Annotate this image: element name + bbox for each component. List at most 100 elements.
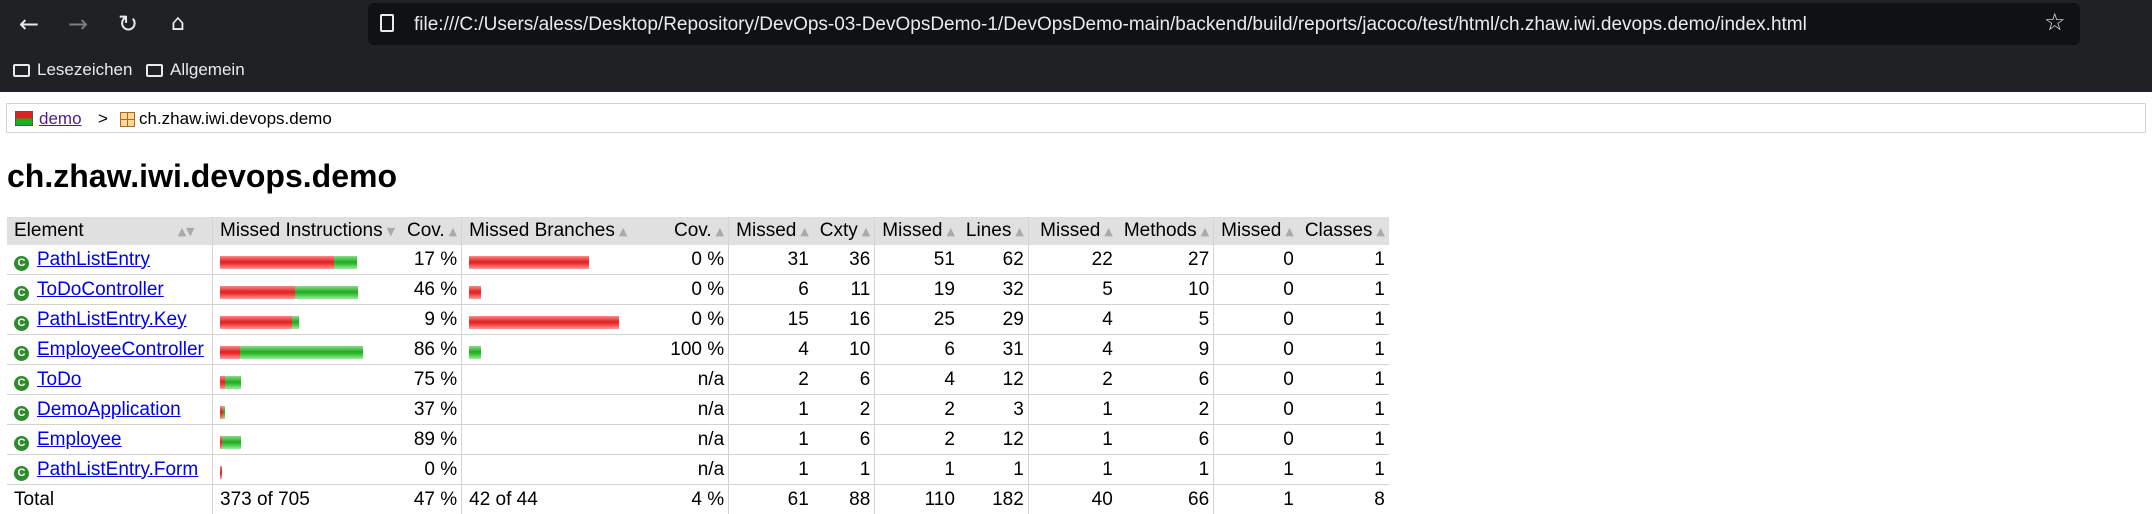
sort-icon: ▲ (1104, 225, 1113, 238)
header-label: Element (14, 220, 84, 241)
sort-icon: ▲ (946, 225, 955, 238)
missed-complexity: 1 (728, 394, 813, 425)
sort-icon: ▲ (715, 225, 725, 238)
table-row: C Employee 89 % n/a 1 6 2 12 1 6 0 1 (7, 424, 1389, 455)
total-instructions: 373 of 705 (212, 484, 400, 514)
classes: 1 (1297, 245, 1389, 275)
class-link[interactable]: PathListEntry.Key (37, 309, 187, 330)
coverage-bar (469, 283, 482, 299)
column-header-branch-coverage[interactable]: Cov. ▲ (656, 217, 729, 245)
missed-lines: 25 (874, 304, 959, 335)
bookmark-star-icon[interactable]: ☆ (2044, 8, 2066, 36)
class-link[interactable]: ToDo (37, 369, 81, 390)
classes: 1 (1297, 334, 1389, 365)
column-header-missed-instructions[interactable]: Missed Instructions ▼ (212, 217, 400, 245)
methods: 9 (1116, 334, 1214, 365)
missed-bar (220, 255, 334, 269)
instruction-coverage: 17 % (400, 245, 462, 275)
missed-bar (220, 285, 295, 299)
package-icon (120, 112, 135, 127)
coverage-bar (220, 433, 241, 449)
lines: 32 (958, 274, 1029, 305)
missed-complexity: 15 (728, 304, 813, 335)
lines: 1 (958, 454, 1029, 485)
back-arrow-icon[interactable]: ← (14, 9, 44, 39)
complexity: 36 (812, 245, 875, 275)
total-instruction-coverage: 47 % (400, 484, 462, 514)
column-header-instruction-coverage[interactable]: Cov. ▲ (400, 217, 462, 245)
missed-lines: 4 (874, 364, 959, 395)
breadcrumb-link-demo[interactable]: demo (39, 109, 82, 129)
column-header-complexity[interactable]: Cxty ▲ (812, 217, 875, 245)
sort-icon: ▲▼ (177, 225, 195, 238)
instruction-coverage: 37 % (400, 394, 462, 425)
branches-bar-cell (461, 274, 657, 305)
missed-lines: 51 (874, 245, 959, 275)
missed-bar (469, 315, 620, 329)
total-label: Total (7, 484, 213, 514)
total-methods: 66 (1116, 484, 1214, 514)
instructions-bar-cell (212, 334, 400, 365)
class-link[interactable]: Employee (37, 429, 122, 450)
branch-coverage: 0 % (656, 245, 729, 275)
instructions-bar-cell (212, 274, 400, 305)
bookmark-folder-lesezeichen[interactable]: Lesezeichen (13, 60, 132, 80)
page-title: ch.zhaw.iwi.devops.demo (7, 158, 397, 194)
column-header-missed-branches[interactable]: Missed Branches ▲ (461, 217, 657, 245)
column-header-missed-complexity[interactable]: Missed ▲ (728, 217, 813, 245)
bookmark-label: Allgemein (170, 60, 245, 79)
missed-complexity: 1 (728, 454, 813, 485)
column-header-element[interactable]: Element ▲▼ (7, 217, 213, 245)
bookmark-folder-allgemein[interactable]: Allgemein (146, 60, 245, 80)
covered-bar (334, 255, 357, 269)
total-branches: 42 of 44 (461, 484, 657, 514)
missed-lines: 2 (874, 424, 959, 455)
class-link[interactable]: DemoApplication (37, 399, 181, 420)
reload-icon[interactable]: ↻ (113, 9, 143, 39)
total-missed-complexity: 61 (728, 484, 813, 514)
coverage-table: Element ▲▼ Missed Instructions ▼ Cov. ▲ Mis… (7, 217, 1389, 514)
forward-arrow-icon[interactable]: → (63, 9, 93, 39)
table-row: C ToDo 75 % n/a 2 6 4 12 2 6 0 1 (7, 364, 1389, 395)
missed-methods: 2 (1027, 364, 1117, 395)
element-cell: C ToDo (7, 364, 213, 395)
class-link[interactable]: PathListEntry (37, 249, 150, 270)
complexity: 10 (812, 334, 875, 365)
sort-icon: ▲ (448, 225, 458, 238)
methods: 6 (1116, 364, 1214, 395)
class-link[interactable]: ToDoController (37, 279, 164, 300)
instructions-bar-cell (212, 424, 400, 455)
branch-coverage: n/a (656, 394, 729, 425)
column-header-lines[interactable]: Lines ▲ (958, 217, 1029, 245)
column-header-missed-lines[interactable]: Missed ▲ (874, 217, 959, 245)
branches-bar-cell (461, 454, 657, 485)
browser-chrome: ← → ↻ ⌂ file:///C:/Users/aless/Desktop/R… (0, 0, 2152, 92)
column-header-missed-methods[interactable]: Missed ▲ (1027, 217, 1117, 245)
branch-coverage: 0 % (656, 304, 729, 335)
table-row: C EmployeeController 86 % 100 % 4 10 6 31 4 9 0 1 (7, 334, 1389, 365)
missed-bar (220, 465, 222, 479)
header-label: Cov. (674, 220, 712, 241)
lines: 12 (958, 424, 1029, 455)
branches-bar-cell (461, 394, 657, 425)
class-link[interactable]: EmployeeController (37, 339, 204, 360)
classes: 1 (1297, 454, 1389, 485)
address-url[interactable]: file:///C:/Users/aless/Desktop/Repositor… (414, 14, 1807, 36)
class-icon: C (14, 405, 29, 421)
column-header-missed-classes[interactable]: Missed ▲ (1213, 217, 1298, 245)
missed-lines: 6 (874, 334, 959, 365)
header-label: Missed (882, 220, 943, 241)
header-label: Cov. (407, 220, 445, 241)
branches-bar-cell (461, 334, 657, 365)
column-header-classes[interactable]: Classes ▲ (1297, 217, 1389, 245)
instruction-coverage: 46 % (400, 274, 462, 305)
class-link[interactable]: PathListEntry.Form (37, 459, 198, 480)
sort-icon: ▲ (618, 225, 628, 238)
covered-bar (295, 285, 358, 299)
header-label: Methods (1123, 220, 1197, 241)
table-header-row: Element ▲▼ Missed Instructions ▼ Cov. ▲ Mis… (7, 217, 1389, 245)
branch-coverage: 0 % (656, 274, 729, 305)
home-icon[interactable]: ⌂ (163, 9, 193, 39)
address-bar[interactable]: file:///C:/Users/aless/Desktop/Repositor… (368, 3, 2080, 45)
column-header-methods[interactable]: Methods ▲ (1116, 217, 1214, 245)
